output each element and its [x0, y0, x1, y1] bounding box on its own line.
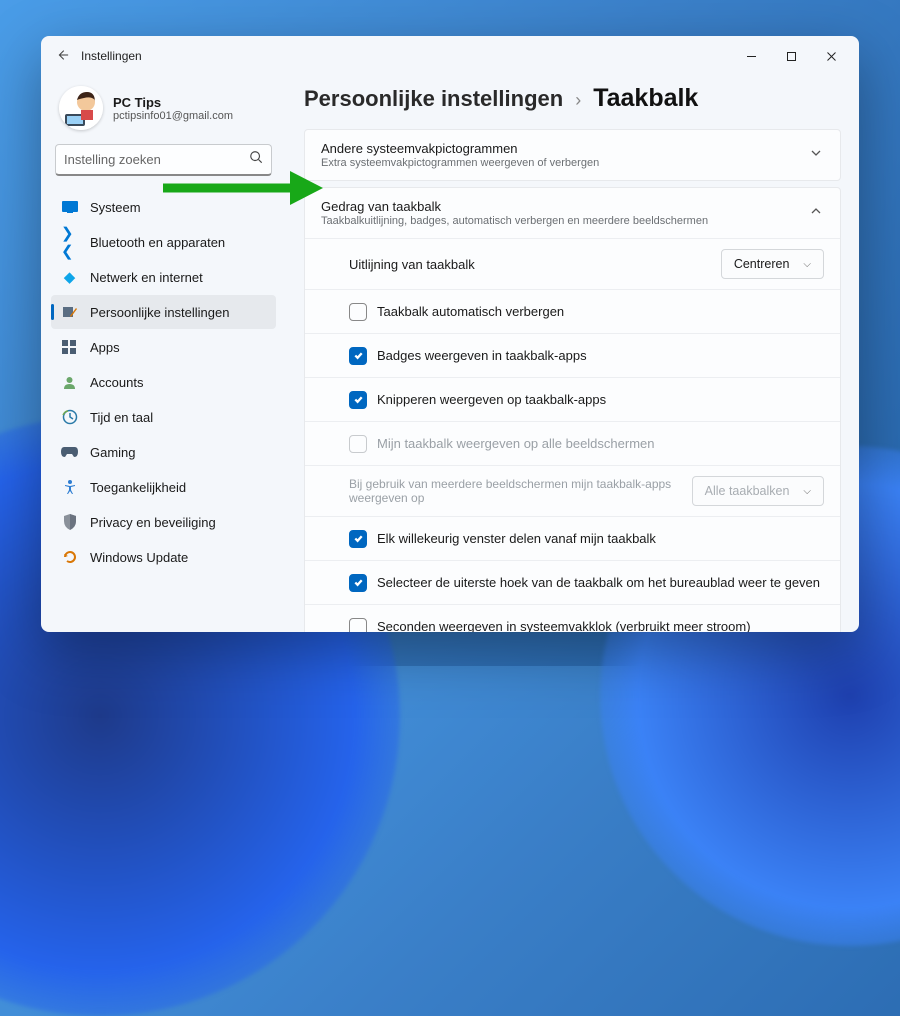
- wifi-icon: ◆: [61, 269, 78, 286]
- apps-icon: [61, 339, 78, 356]
- checkbox-auto-hide[interactable]: [349, 303, 367, 321]
- sidebar-item-label: Tijd en taal: [90, 410, 153, 425]
- row-all-displays: Mijn taakbalk weergeven op alle beeldsch…: [305, 421, 840, 465]
- privacy-icon: [61, 514, 78, 531]
- sidebar-item-update[interactable]: Windows Update: [51, 540, 276, 574]
- breadcrumb-parent[interactable]: Persoonlijke instellingen: [304, 86, 563, 112]
- chevron-down-icon: [810, 146, 824, 164]
- card-title: Gedrag van taakbalk: [321, 199, 810, 214]
- search-input[interactable]: [64, 152, 249, 167]
- sidebar-item-apps[interactable]: Apps: [51, 330, 276, 364]
- sidebar: PC Tips pctipsinfo01@gmail.com Systeem ❯…: [41, 76, 286, 632]
- avatar: [59, 86, 103, 130]
- update-icon: [61, 549, 78, 566]
- dropdown-value: Alle taakbalken: [705, 484, 790, 498]
- card-behavior: Gedrag van taakbalk Taakbalkuitlijning, …: [304, 187, 841, 632]
- row-label: Taakbalk automatisch verbergen: [377, 304, 824, 319]
- sidebar-item-privacy[interactable]: Privacy en beveiliging: [51, 505, 276, 539]
- row-alignment: Uitlijning van taakbalk Centreren ⌵: [305, 238, 840, 289]
- sidebar-item-label: Apps: [90, 340, 120, 355]
- gaming-icon: [61, 444, 78, 461]
- row-multi-display: Bij gebruik van meerdere beeldschermen m…: [305, 465, 840, 516]
- close-button[interactable]: [811, 42, 851, 70]
- row-label: Mijn taakbalk weergeven op alle beeldsch…: [377, 436, 824, 451]
- row-seconds[interactable]: Seconden weergeven in systeemvakklok (ve…: [305, 604, 840, 632]
- chevron-down-icon: ⌵: [803, 259, 811, 270]
- profile-name: PC Tips: [113, 95, 233, 110]
- sidebar-item-systeem[interactable]: Systeem: [51, 190, 276, 224]
- search-box[interactable]: [55, 144, 272, 176]
- chevron-up-icon: [810, 204, 824, 222]
- checkbox-far-corner[interactable]: [349, 574, 367, 592]
- sidebar-item-label: Gaming: [90, 445, 136, 460]
- sidebar-item-label: Toegankelijkheid: [90, 480, 186, 495]
- row-share-window[interactable]: Elk willekeurig venster delen vanaf mijn…: [305, 516, 840, 560]
- sidebar-item-toegankelijkheid[interactable]: Toegankelijkheid: [51, 470, 276, 504]
- breadcrumb: Persoonlijke instellingen › Taakbalk: [304, 84, 841, 113]
- settings-window: Instellingen PC Tips: [41, 36, 859, 632]
- checkbox-seconds[interactable]: [349, 618, 367, 633]
- checkbox-badges[interactable]: [349, 347, 367, 365]
- sidebar-item-label: Windows Update: [90, 550, 188, 565]
- card-title: Andere systeemvakpictogrammen: [321, 141, 810, 156]
- row-label: Selecteer de uiterste hoek van de taakba…: [377, 575, 824, 590]
- sidebar-item-label: Netwerk en internet: [90, 270, 203, 285]
- profile-email: pctipsinfo01@gmail.com: [113, 110, 233, 122]
- row-far-corner[interactable]: Selecteer de uiterste hoek van de taakba…: [305, 560, 840, 604]
- titlebar: Instellingen: [41, 36, 859, 76]
- window-title: Instellingen: [81, 49, 142, 63]
- row-label: Bij gebruik van meerdere beeldschermen m…: [349, 477, 682, 505]
- system-icon: [61, 199, 78, 216]
- sidebar-item-label: Systeem: [90, 200, 141, 215]
- sidebar-item-persoonlijke[interactable]: Persoonlijke instellingen: [51, 295, 276, 329]
- alignment-dropdown[interactable]: Centreren ⌵: [721, 249, 824, 279]
- card-subtitle: Extra systeemvakpictogrammen weergeven o…: [321, 157, 810, 169]
- row-label: Seconden weergeven in systeemvakklok (ve…: [377, 619, 824, 632]
- chevron-right-icon: ›: [575, 90, 581, 111]
- sidebar-item-tijd[interactable]: Tijd en taal: [51, 400, 276, 434]
- row-auto-hide[interactable]: Taakbalk automatisch verbergen: [305, 289, 840, 333]
- card-other-icons: Andere systeemvakpictogrammen Extra syst…: [304, 129, 841, 181]
- row-label: Elk willekeurig venster delen vanaf mijn…: [377, 531, 824, 546]
- bluetooth-icon: ❯❮: [61, 234, 78, 251]
- sidebar-item-bluetooth[interactable]: ❯❮ Bluetooth en apparaten: [51, 225, 276, 259]
- profile[interactable]: PC Tips pctipsinfo01@gmail.com: [51, 80, 276, 144]
- row-flashing[interactable]: Knipperen weergeven op taakbalk-apps: [305, 377, 840, 421]
- card-subtitle: Taakbalkuitlijning, badges, automatisch …: [321, 215, 810, 227]
- checkbox-share-window[interactable]: [349, 530, 367, 548]
- sidebar-item-label: Bluetooth en apparaten: [90, 235, 225, 250]
- breadcrumb-current: Taakbalk: [593, 84, 698, 113]
- accounts-icon: [61, 374, 78, 391]
- back-button[interactable]: [55, 48, 81, 65]
- maximize-button[interactable]: [771, 42, 811, 70]
- sidebar-item-label: Accounts: [90, 375, 143, 390]
- row-badges[interactable]: Badges weergeven in taakbalk-apps: [305, 333, 840, 377]
- checkbox-all-displays: [349, 435, 367, 453]
- minimize-button[interactable]: [731, 42, 771, 70]
- sidebar-item-accounts[interactable]: Accounts: [51, 365, 276, 399]
- chevron-down-icon: ⌵: [803, 486, 811, 497]
- dropdown-value: Centreren: [734, 257, 790, 271]
- row-label: Uitlijning van taakbalk: [349, 257, 711, 272]
- sidebar-item-gaming[interactable]: Gaming: [51, 435, 276, 469]
- time-icon: [61, 409, 78, 426]
- checkbox-flashing[interactable]: [349, 391, 367, 409]
- card-header-behavior[interactable]: Gedrag van taakbalk Taakbalkuitlijning, …: [305, 188, 840, 238]
- nav-list: Systeem ❯❮ Bluetooth en apparaten ◆ Netw…: [51, 190, 276, 574]
- row-label: Knipperen weergeven op taakbalk-apps: [377, 392, 824, 407]
- accessibility-icon: [61, 479, 78, 496]
- row-label: Badges weergeven in taakbalk-apps: [377, 348, 824, 363]
- sidebar-item-label: Privacy en beveiliging: [90, 515, 216, 530]
- sidebar-item-label: Persoonlijke instellingen: [90, 305, 229, 320]
- multi-display-dropdown: Alle taakbalken ⌵: [692, 476, 824, 506]
- search-icon: [249, 150, 263, 169]
- main-content: Persoonlijke instellingen › Taakbalk And…: [286, 76, 859, 632]
- personalize-icon: [61, 304, 78, 321]
- sidebar-item-netwerk[interactable]: ◆ Netwerk en internet: [51, 260, 276, 294]
- card-header-other-icons[interactable]: Andere systeemvakpictogrammen Extra syst…: [305, 130, 840, 180]
